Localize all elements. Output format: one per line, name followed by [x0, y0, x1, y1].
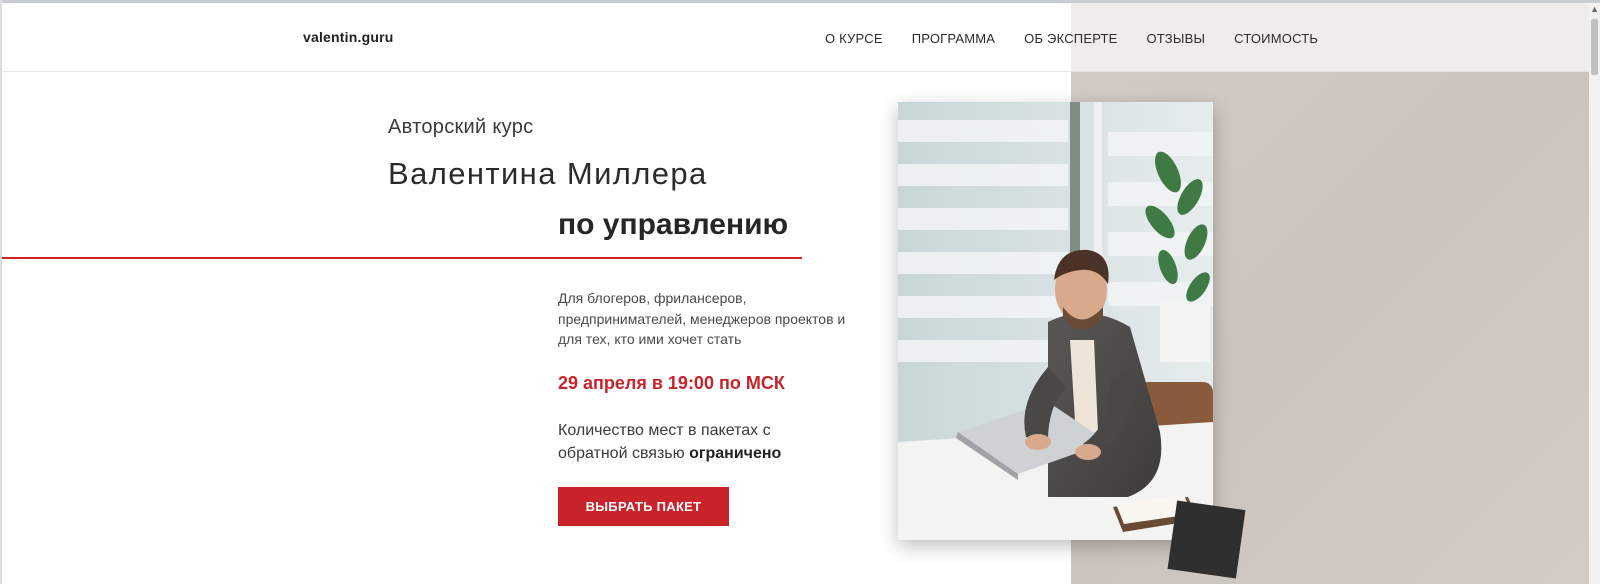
nav-item-about-course[interactable]: О КУРСЕ	[825, 31, 883, 46]
scrollbar-thumb[interactable]	[1591, 19, 1598, 75]
hero-headline: по управлению	[558, 208, 789, 241]
page-scrollbar[interactable]: ▲	[1589, 3, 1600, 584]
main-nav: О КУРСЕ ПРОГРАММА ОБ ЭКСПЕРТЕ ОТЗЫВЫ СТО…	[825, 31, 1347, 46]
nav-item-program[interactable]: ПРОГРАММА	[912, 31, 995, 46]
seats-notice: Количество мест в пакетах с обратной свя…	[558, 419, 818, 465]
nav-item-price[interactable]: СТОИМОСТЬ	[1234, 31, 1318, 46]
left-edge-rule	[0, 0, 2, 584]
hero-photo	[898, 102, 1213, 540]
hero-author-name: Валентина Миллера	[388, 156, 708, 191]
event-date: 29 апреля в 19:00 по МСК	[558, 373, 785, 393]
decorative-dark-square	[1167, 500, 1246, 579]
seats-notice-emphasis: ограничено	[689, 445, 782, 462]
nav-item-reviews[interactable]: ОТЗЫВЫ	[1147, 31, 1206, 46]
man-with-laptop-illustration	[898, 102, 1213, 540]
hero-audience-text: Для блогеров, фрилансеров, предпринимате…	[558, 290, 846, 347]
site-logo[interactable]: valentin.guru	[303, 29, 394, 45]
site-header: valentin.guru О КУРСЕ ПРОГРАММА ОБ ЭКСПЕ…	[2, 3, 1589, 72]
nav-item-about-expert[interactable]: ОБ ЭКСПЕРТЕ	[1024, 31, 1117, 46]
chevron-up-icon[interactable]: ▲	[1590, 5, 1599, 14]
choose-package-button[interactable]: ВЫБРАТЬ ПАКЕТ	[558, 487, 729, 526]
hero-kicker: Авторский курс	[388, 116, 534, 138]
accent-divider	[2, 257, 802, 259]
